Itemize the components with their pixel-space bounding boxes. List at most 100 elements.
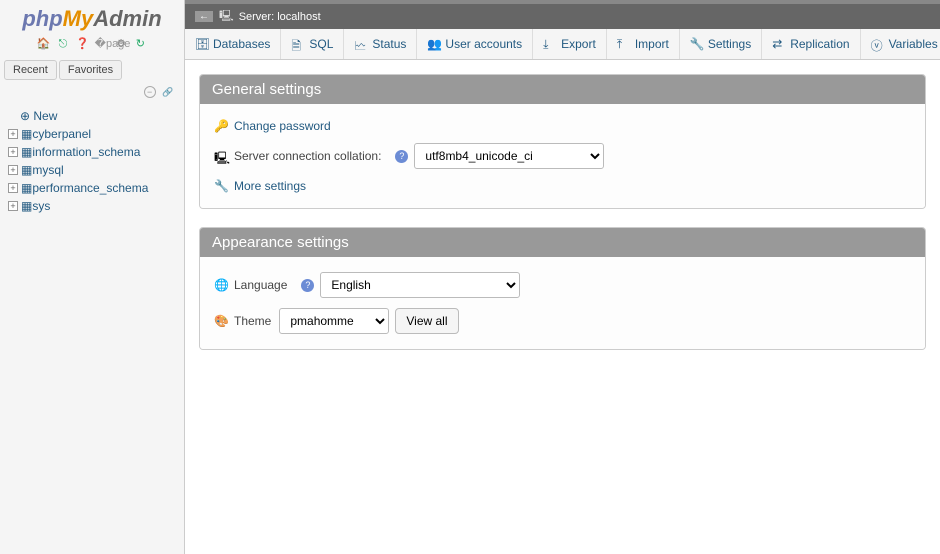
db-icon: ▦	[21, 199, 32, 213]
tree-db-mysql[interactable]: + ▦ mysql	[4, 161, 180, 179]
content: General settings 🔑 Change password 🖳 Ser…	[185, 60, 940, 382]
more-settings-link[interactable]: More settings	[234, 179, 306, 193]
panel-body: 🔑 Change password 🖳 Server connection co…	[200, 104, 925, 208]
tab-label: Settings	[708, 37, 751, 51]
server-icon: 🖳	[214, 149, 228, 163]
collapse-icon[interactable]: −	[144, 86, 156, 98]
collapse-controls: − 🔗	[0, 82, 184, 101]
panel-general-settings: General settings 🔑 Change password 🖳 Ser…	[199, 74, 926, 209]
language-label: Language	[234, 278, 287, 292]
row-more-settings: 🔧 More settings	[214, 174, 911, 198]
tab-import[interactable]: ⤒ Import	[607, 29, 680, 59]
settings-icon[interactable]: ⚙	[114, 37, 128, 51]
tab-label: Import	[635, 37, 669, 51]
tree-db-information-schema[interactable]: + ▦ information_schema	[4, 143, 180, 161]
docs-icon[interactable]: ❓	[75, 37, 89, 51]
tab-variables[interactable]: ⓥ Variables	[861, 29, 940, 59]
logo-part-admin: Admin	[93, 6, 161, 31]
view-all-button[interactable]: View all	[395, 308, 458, 334]
main-tabs: 🗄 Databases 🗎SQL 🗠 Status 👥 User accounts ⤓…	[185, 29, 940, 60]
panel-header: General settings	[200, 75, 925, 104]
row-language: 🌐 Language ? English	[214, 267, 911, 303]
tree-new[interactable]: ⊕ New	[4, 107, 180, 125]
tab-label: Export	[561, 37, 596, 51]
tab-sql[interactable]: 🗎SQL	[281, 29, 344, 59]
collation-label: Server connection collation:	[234, 149, 381, 163]
export-icon: ⤓	[543, 37, 557, 51]
theme-label: Theme	[234, 314, 271, 328]
theme-icon: 🎨	[214, 314, 228, 328]
tab-replication[interactable]: ⇄ Replication	[762, 29, 860, 59]
new-icon: ⊕	[20, 109, 33, 123]
tab-label: Replication	[790, 37, 849, 51]
language-select[interactable]: English	[320, 272, 520, 298]
variables-icon: ⓥ	[871, 37, 885, 51]
import-icon: ⤒	[617, 37, 631, 51]
language-icon: 🌐	[214, 278, 228, 292]
link-icon[interactable]: 🔗	[162, 87, 174, 99]
tree-db-cyberpanel[interactable]: + ▦ cyberpanel	[4, 125, 180, 143]
logo[interactable]: phpMyAdmin	[0, 0, 184, 34]
db-icon: ▦	[21, 163, 32, 177]
logo-part-php: php	[22, 6, 62, 31]
key-icon: 🔑	[214, 119, 228, 133]
wrench-icon: 🔧	[690, 37, 704, 51]
tree-db-sys[interactable]: + ▦ sys	[4, 197, 180, 215]
tree-db-label: sys	[32, 199, 50, 213]
tab-databases[interactable]: 🗄 Databases	[185, 29, 281, 59]
main: ← 🖳 Server: localhost 🗄 Databases 🗎SQL 🗠 S…	[185, 0, 940, 554]
tab-settings[interactable]: 🔧 Settings	[680, 29, 762, 59]
row-collation: 🖳 Server connection collation: ? utf8mb4…	[214, 138, 911, 174]
tree-db-label: cyberpanel	[32, 127, 91, 141]
tab-favorites[interactable]: Favorites	[59, 60, 122, 80]
tab-recent[interactable]: Recent	[4, 60, 57, 80]
breadcrumb-server-name[interactable]: localhost	[277, 11, 320, 23]
tree-db-performance-schema[interactable]: + ▦ performance_schema	[4, 179, 180, 197]
wrench-icon: 🔧	[214, 179, 228, 193]
tab-label: Variables	[889, 37, 938, 51]
tab-user-accounts[interactable]: 👥 User accounts	[417, 29, 533, 59]
logout-icon[interactable]: ⎋	[56, 38, 70, 52]
db-tree: ⊕ New + ▦ cyberpanel + ▦ information_sch…	[0, 101, 184, 221]
tab-label: Databases	[213, 37, 270, 51]
replication-icon: ⇄	[772, 37, 786, 51]
tree-db-label: mysql	[32, 163, 63, 177]
panel-body: 🌐 Language ? English 🎨 Theme pmahomme Vi…	[200, 257, 925, 349]
tab-label: Status	[372, 37, 406, 51]
expand-icon[interactable]: +	[8, 129, 18, 139]
tab-status[interactable]: 🗠 Status	[344, 29, 417, 59]
collapse-sidebar-icon[interactable]: ←	[195, 11, 213, 22]
breadcrumb: ← 🖳 Server: localhost	[185, 4, 940, 29]
reload-icon[interactable]: ↻	[133, 37, 147, 51]
users-icon: 👥	[427, 37, 441, 51]
tab-export[interactable]: ⤓ Export	[533, 29, 607, 59]
expand-icon[interactable]: +	[8, 201, 18, 211]
expand-icon[interactable]: +	[8, 165, 18, 175]
sql-icon[interactable]: �page	[95, 37, 109, 51]
home-icon[interactable]: 🏠	[37, 37, 51, 51]
logo-toolbar: 🏠 ⎋ ❓ �page ⚙ ↻	[0, 34, 184, 58]
panel-appearance-settings: Appearance settings 🌐 Language ? English…	[199, 227, 926, 350]
panel-header: Appearance settings	[200, 228, 925, 257]
logo-part-my: My	[63, 6, 94, 31]
help-icon[interactable]: ?	[395, 150, 408, 163]
expand-icon[interactable]: +	[8, 183, 18, 193]
db-icon: ▦	[21, 181, 32, 195]
databases-icon: 🗄	[195, 37, 209, 51]
expand-icon[interactable]: +	[8, 147, 18, 157]
tree-db-label: information_schema	[32, 145, 140, 159]
tree-new-label: New	[33, 109, 57, 123]
theme-select[interactable]: pmahomme	[279, 308, 389, 334]
tab-label: User accounts	[445, 37, 522, 51]
sql-icon: 🗎	[291, 37, 305, 51]
server-icon: 🖳	[219, 7, 234, 26]
db-icon: ▦	[21, 145, 32, 159]
collation-select[interactable]: utf8mb4_unicode_ci	[414, 143, 604, 169]
db-icon: ▦	[21, 127, 32, 141]
tree-db-label: performance_schema	[32, 181, 148, 195]
help-icon[interactable]: ?	[301, 279, 314, 292]
row-change-password: 🔑 Change password	[214, 114, 911, 138]
status-icon: 🗠	[354, 37, 368, 51]
sidebar: phpMyAdmin 🏠 ⎋ ❓ �page ⚙ ↻ Recent Favori…	[0, 0, 185, 554]
change-password-link[interactable]: Change password	[234, 119, 331, 133]
